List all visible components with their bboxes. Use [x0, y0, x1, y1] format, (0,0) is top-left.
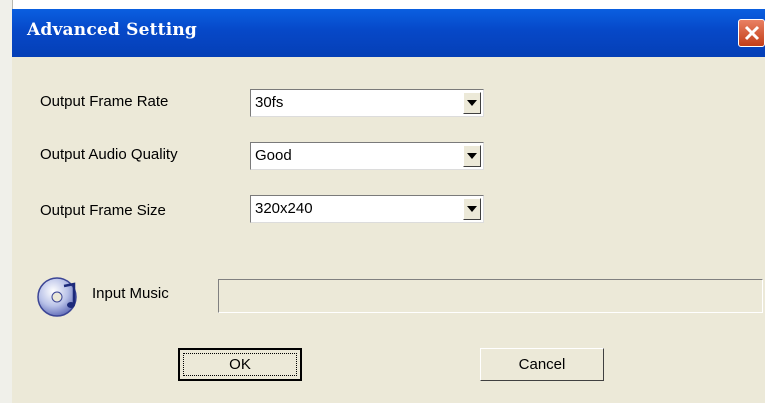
frame-rate-label: Output Frame Rate — [40, 93, 169, 110]
input-music-field[interactable] — [219, 280, 762, 312]
cancel-label: Cancel — [518, 356, 566, 373]
input-music-field-frame — [218, 279, 763, 313]
chevron-down-icon — [467, 100, 477, 106]
audio-quality-label: Output Audio Quality — [40, 146, 178, 163]
input-music-label: Input Music — [92, 285, 169, 302]
focus-rect — [183, 353, 297, 376]
chevron-down-icon — [467, 153, 477, 159]
frame-size-value: 320x240 — [255, 200, 313, 217]
frame-size-select[interactable]: 320x240 — [250, 195, 484, 223]
frame-rate-dropdown-button[interactable] — [463, 92, 481, 114]
frame-rate-value: 30fs — [255, 94, 284, 111]
dialog-body: Output Frame Rate 30fs Output Audio Qual… — [12, 57, 765, 403]
close-icon — [744, 25, 760, 41]
cancel-button[interactable]: Cancel — [480, 348, 604, 381]
chevron-down-icon — [467, 206, 477, 212]
window-title: Advanced Setting — [27, 20, 198, 40]
cd-music-icon — [37, 277, 77, 317]
audio-quality-value: Good — [255, 147, 292, 164]
close-button[interactable] — [738, 19, 765, 47]
audio-quality-dropdown-button[interactable] — [463, 145, 481, 167]
frame-rate-select[interactable]: 30fs — [250, 89, 484, 117]
frame-size-dropdown-button[interactable] — [463, 198, 481, 220]
frame-size-label: Output Frame Size — [40, 202, 166, 219]
title-bar[interactable]: Advanced Setting — [12, 9, 765, 57]
ok-button[interactable]: OK — [178, 348, 302, 381]
audio-quality-select[interactable]: Good — [250, 142, 484, 170]
